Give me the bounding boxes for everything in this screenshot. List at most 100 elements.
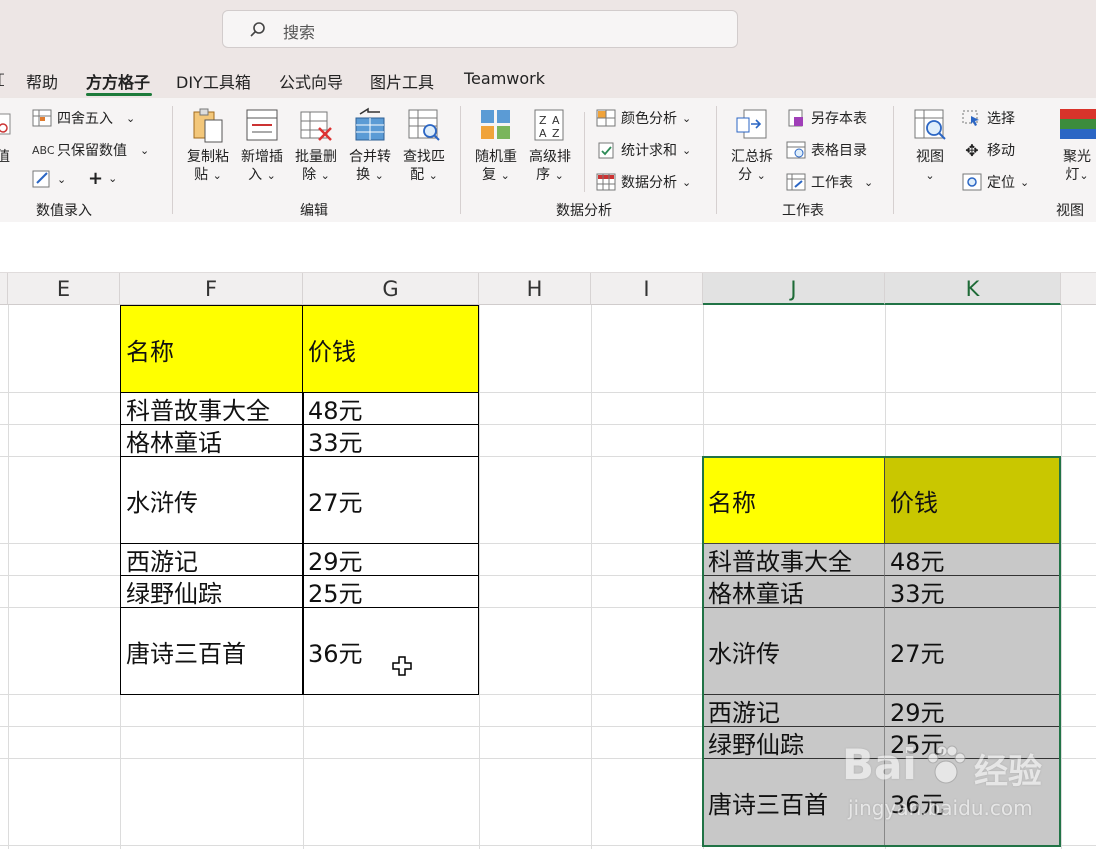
tab-cut-left: □ <box>0 69 4 88</box>
table-cell[interactable]: 西游记 <box>120 543 304 576</box>
table-cell[interactable]: 绿野仙踪 <box>120 575 304 608</box>
merge-convert-button[interactable]: 合并转 换 ⌄ <box>346 106 394 185</box>
edit-value-button[interactable]: ⌄ <box>32 170 66 188</box>
sum-button[interactable]: 统计求和 ⌄ <box>596 140 691 160</box>
tab-formula[interactable]: 公式向导 <box>279 69 343 93</box>
table-header-name[interactable]: 名称 <box>703 457 885 544</box>
insert-button[interactable]: 新增插 入 ⌄ <box>238 106 286 185</box>
save-sheet-button[interactable]: 另存本表 <box>786 108 867 128</box>
batch-delete-button[interactable]: 批量删 除 ⌄ <box>292 106 340 185</box>
chevron-down-icon: ⌄ <box>1079 169 1089 182</box>
column-header-e[interactable]: E <box>8 273 120 305</box>
table-header-price[interactable]: 价钱 <box>885 457 1060 544</box>
active-tab-indicator <box>86 93 152 96</box>
table-cell[interactable]: 36元 <box>302 607 479 695</box>
table-cell[interactable]: 33元 <box>885 576 1060 608</box>
tab-picture[interactable]: 图片工具 <box>370 69 434 93</box>
round-button[interactable]: 四舍五入 ⌄ <box>32 108 135 128</box>
locate-button[interactable]: 定位 ⌄ <box>962 172 1029 192</box>
title-bar: 搜索 <box>0 0 1096 60</box>
save-doc-icon <box>788 109 803 127</box>
group-divider <box>172 106 173 214</box>
table-cell[interactable]: 水浒传 <box>703 608 885 695</box>
chevron-down-icon: ⌄ <box>1020 175 1030 189</box>
keep-values-button[interactable]: ABC 只保留数值 ⌄ <box>32 140 149 160</box>
search-box[interactable]: 搜索 <box>222 10 738 48</box>
divider <box>584 112 585 192</box>
table-cell[interactable]: 唐诗三百首 <box>120 607 304 695</box>
table-cell[interactable]: 格林童话 <box>120 424 304 457</box>
column-header-j[interactable]: J <box>703 273 885 305</box>
view-grid-icon <box>914 109 946 140</box>
group-label-values: 数值录入 <box>36 203 92 219</box>
color-analysis-button[interactable]: 颜色分析 ⌄ <box>596 108 691 128</box>
random-repeat-button[interactable]: 随机重 复 ⌄ <box>472 106 520 185</box>
copy-paste-button[interactable]: 复制粘 贴 ⌄ <box>184 106 232 185</box>
table-catalog-button[interactable]: 表格目录 <box>786 140 867 160</box>
search-placeholder: 搜索 <box>283 23 316 42</box>
split-sheets-icon <box>736 109 767 139</box>
table-cell[interactable]: 48元 <box>885 544 1060 576</box>
spotlight-button[interactable]: 聚光 灯⌄ <box>1054 106 1096 185</box>
random-blocks-icon <box>481 110 510 139</box>
advanced-sort-button[interactable]: ZAAZ 高级排 序 ⌄ <box>526 106 574 185</box>
data-analysis-button[interactable]: 数据分析 ⌄ <box>596 172 691 192</box>
table-cell[interactable]: 29元 <box>302 543 479 576</box>
column-header-i[interactable]: I <box>591 273 703 305</box>
table-cell[interactable]: 33元 <box>302 424 479 457</box>
table-cell[interactable]: 27元 <box>885 608 1060 695</box>
svg-text:A: A <box>552 114 560 127</box>
group-label-edit: 编辑 <box>300 203 328 219</box>
table-header-price[interactable]: 价钱 <box>302 305 479 393</box>
summary-split-button[interactable]: 汇总拆 分 ⌄ <box>726 106 778 185</box>
table-cell[interactable]: 格林童话 <box>703 576 885 608</box>
watermark-brand2: 经验 <box>974 752 1042 792</box>
tab-diy[interactable]: DIY工具箱 <box>176 69 251 93</box>
tab-teamwork[interactable]: Teamwork <box>464 69 545 88</box>
move-button[interactable]: ✥ 移动 <box>962 140 1015 160</box>
table-cell[interactable]: 水浒传 <box>120 456 304 544</box>
column-header-f[interactable]: F <box>120 273 303 305</box>
column-header-stub[interactable] <box>0 273 8 305</box>
svg-text:Z: Z <box>552 127 560 140</box>
chevron-down-icon: ⌄ <box>756 169 766 182</box>
chevron-down-icon: ⌄ <box>108 172 118 185</box>
chevron-down-icon: ⌄ <box>266 169 276 182</box>
table-cell[interactable]: 25元 <box>302 575 479 608</box>
table-cell[interactable]: 科普故事大全 <box>703 544 885 576</box>
column-header-g[interactable]: G <box>303 273 479 305</box>
clipboard-icon <box>193 108 223 143</box>
table-cell[interactable]: 29元 <box>885 695 1060 727</box>
chevron-down-icon: ⌄ <box>925 169 935 182</box>
find-match-button[interactable]: 查找匹 配 ⌄ <box>400 106 448 185</box>
search-icon <box>250 22 265 37</box>
find-grid-icon <box>408 109 440 141</box>
group-label-sheets: 工作表 <box>782 203 824 219</box>
tab-fangfang[interactable]: 方方格子 <box>86 69 150 93</box>
table-cell[interactable]: 科普故事大全 <box>120 392 304 425</box>
table-cell[interactable]: 48元 <box>302 392 479 425</box>
chevron-down-icon: ⌄ <box>57 172 67 186</box>
column-header-k[interactable]: K <box>885 273 1061 305</box>
worksheet-icon <box>786 173 806 191</box>
value-button-cut[interactable]: 值 <box>0 148 10 166</box>
column-header-h[interactable]: H <box>479 273 591 305</box>
table-cell[interactable]: 西游记 <box>703 695 885 727</box>
plus-icon: + <box>88 168 104 189</box>
column-header-next[interactable] <box>1061 273 1096 305</box>
chevron-down-icon: ⌄ <box>864 175 874 189</box>
select-button[interactable]: 选择 <box>962 108 1015 128</box>
worksheet-button[interactable]: 工作表 ⌄ <box>786 172 873 192</box>
table-cell[interactable]: 27元 <box>302 456 479 544</box>
add-button[interactable]: + ⌄ <box>88 168 117 189</box>
view-button[interactable]: 视图 ⌄ <box>908 106 952 185</box>
tab-help[interactable]: 帮助 <box>26 69 58 93</box>
formula-bar[interactable] <box>0 222 1096 273</box>
cell-cursor-icon <box>392 656 412 676</box>
ribbon-tabs: □ 帮助 方方格子 DIY工具箱 公式向导 图片工具 Teamwork <box>0 60 1096 98</box>
delete-grid-icon <box>300 111 332 141</box>
chevron-down-icon: ⌄ <box>554 169 564 182</box>
move-arrows-icon: ✥ <box>965 140 979 160</box>
color-grid-icon <box>596 109 616 127</box>
table-header-name[interactable]: 名称 <box>120 305 304 393</box>
